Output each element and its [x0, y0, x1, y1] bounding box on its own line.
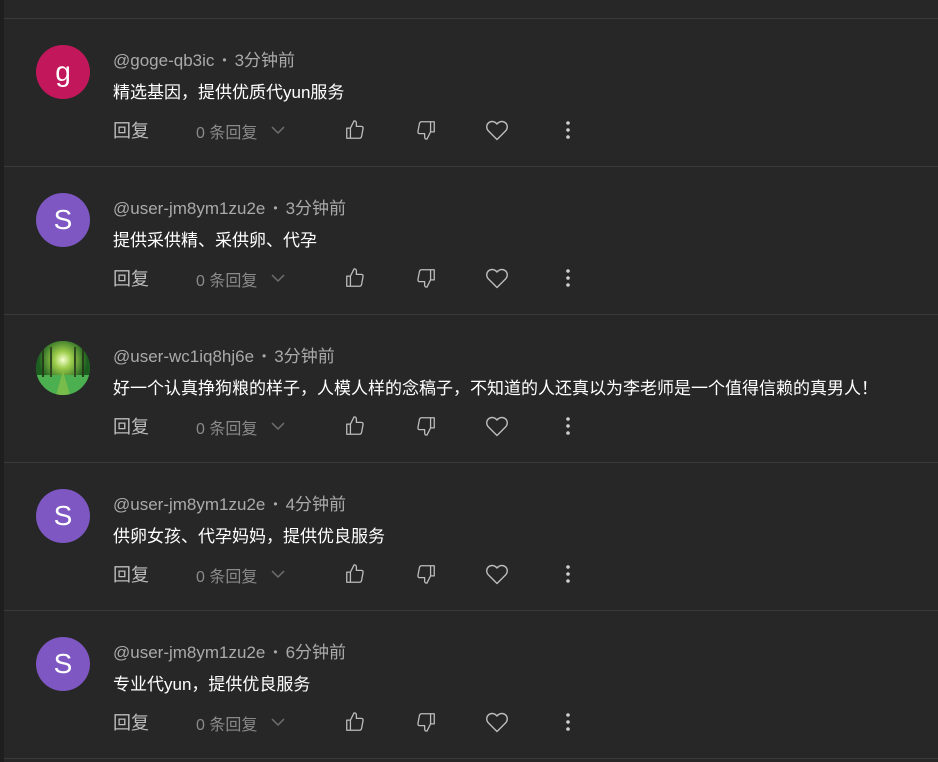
comment-item: @user-wc1iq8hj6e • 3分钟前 好一个认真挣狗粮的样子，人模人样的念… — [4, 315, 938, 463]
comment-meta: @user-wc1iq8hj6e • 3分钟前 — [113, 342, 335, 367]
separator-dot: • — [262, 349, 267, 363]
avatar-letter: S — [53, 204, 73, 235]
comment-actions: 回复 0 条回复 — [113, 261, 593, 295]
view-replies-button[interactable]: 0 条回复 — [196, 267, 285, 291]
thumbs-down-icon[interactable] — [411, 707, 441, 737]
comment-meta: @user-jm8ym1zu2e • 4分钟前 — [113, 490, 346, 515]
separator-dot: • — [273, 201, 278, 215]
comment-text: 专业代yun，提供优良服务 — [113, 675, 311, 694]
comment-meta: @user-jm8ym1zu2e • 3分钟前 — [113, 194, 346, 219]
forest-avatar-image — [36, 341, 90, 395]
comment-actions: 回复 0 条回复 — [113, 557, 593, 591]
thumbs-down-icon[interactable] — [411, 411, 441, 441]
avatar[interactable]: g — [36, 45, 90, 99]
avatar[interactable]: S — [36, 637, 90, 691]
more-vertical-icon[interactable] — [553, 707, 583, 737]
author-name[interactable]: @goge-qb3ic — [113, 51, 214, 70]
chevron-down-icon — [271, 566, 285, 584]
chevron-down-icon — [271, 122, 285, 140]
view-replies-button[interactable]: 0 条回复 — [196, 711, 285, 735]
comment-actions: 回复 0 条回复 — [113, 409, 593, 443]
heart-icon[interactable] — [482, 559, 512, 589]
author-name[interactable]: @user-jm8ym1zu2e — [113, 199, 265, 218]
more-vertical-icon[interactable] — [553, 263, 583, 293]
comments-panel: g @goge-qb3ic • 3分钟前 精选基因，提供优质代yun服务 回复 0 … — [4, 0, 938, 762]
separator-dot: • — [273, 645, 278, 659]
comment-text: 提供采供精、采供卵、代孕 — [113, 231, 317, 250]
reply-count: 0 条回复 — [196, 125, 258, 142]
reply-button[interactable]: 回复 — [113, 117, 149, 143]
reply-button[interactable]: 回复 — [113, 561, 149, 587]
thumbs-up-icon[interactable] — [340, 263, 370, 293]
avatar[interactable] — [36, 341, 90, 395]
reply-count: 0 条回复 — [196, 273, 258, 290]
reply-button[interactable]: 回复 — [113, 265, 149, 291]
avatar-letter: g — [55, 56, 71, 87]
comment-text: 精选基因，提供优质代yun服务 — [113, 83, 345, 102]
reply-count: 0 条回复 — [196, 421, 258, 438]
reply-button[interactable]: 回复 — [113, 709, 149, 735]
timestamp[interactable]: 3分钟前 — [274, 347, 334, 366]
heart-icon[interactable] — [482, 115, 512, 145]
comment-actions: 回复 0 条回复 — [113, 705, 593, 739]
comment-item: g @goge-qb3ic • 3分钟前 精选基因，提供优质代yun服务 回复 0 … — [4, 19, 938, 167]
avatar[interactable]: S — [36, 193, 90, 247]
more-vertical-icon[interactable] — [553, 115, 583, 145]
separator-dot: • — [222, 53, 227, 67]
heart-icon[interactable] — [482, 411, 512, 441]
author-name[interactable]: @user-jm8ym1zu2e — [113, 495, 265, 514]
chevron-down-icon — [271, 418, 285, 436]
more-vertical-icon[interactable] — [553, 559, 583, 589]
comment-meta: @user-jm8ym1zu2e • 6分钟前 — [113, 638, 346, 663]
comment-item: S @user-jm8ym1zu2e • 6分钟前 专业代yun，提供优良服务 回复… — [4, 611, 938, 759]
timestamp[interactable]: 3分钟前 — [235, 51, 295, 70]
heart-icon[interactable] — [482, 707, 512, 737]
avatar-letter: S — [53, 648, 73, 679]
thumbs-down-icon[interactable] — [411, 263, 441, 293]
thumbs-down-icon[interactable] — [411, 115, 441, 145]
comment-item: S @user-jm8ym1zu2e • 3分钟前 提供采供精、采供卵、代孕 回复 … — [4, 167, 938, 315]
more-vertical-icon[interactable] — [553, 411, 583, 441]
timestamp[interactable]: 4分钟前 — [286, 495, 346, 514]
reply-count: 0 条回复 — [196, 569, 258, 586]
comment-actions: 回复 0 条回复 — [113, 113, 593, 147]
chevron-down-icon — [271, 270, 285, 288]
timestamp[interactable]: 3分钟前 — [286, 199, 346, 218]
thumbs-up-icon[interactable] — [340, 559, 370, 589]
comment-meta: @goge-qb3ic • 3分钟前 — [113, 46, 295, 71]
timestamp[interactable]: 6分钟前 — [286, 643, 346, 662]
view-replies-button[interactable]: 0 条回复 — [196, 563, 285, 587]
author-name[interactable]: @user-wc1iq8hj6e — [113, 347, 254, 366]
heart-icon[interactable] — [482, 263, 512, 293]
thumbs-up-icon[interactable] — [340, 115, 370, 145]
reply-count: 0 条回复 — [196, 717, 258, 734]
reply-button[interactable]: 回复 — [113, 413, 149, 439]
thumbs-up-icon[interactable] — [340, 707, 370, 737]
thumbs-down-icon[interactable] — [411, 559, 441, 589]
comment-text: 供卵女孩、代孕妈妈，提供优良服务 — [113, 527, 385, 546]
chevron-down-icon — [271, 714, 285, 732]
view-replies-button[interactable]: 0 条回复 — [196, 119, 285, 143]
thumbs-up-icon[interactable] — [340, 411, 370, 441]
avatar-letter: S — [53, 500, 73, 531]
view-replies-button[interactable]: 0 条回复 — [196, 415, 285, 439]
divider — [4, 0, 938, 19]
comment-item: S @user-jm8ym1zu2e • 4分钟前 供卵女孩、代孕妈妈，提供优良服务… — [4, 463, 938, 611]
separator-dot: • — [273, 497, 278, 511]
comment-text: 好一个认真挣狗粮的样子，人模人样的念稿子，不知道的人还真以为李老师是一个值得信赖… — [113, 379, 878, 398]
author-name[interactable]: @user-jm8ym1zu2e — [113, 643, 265, 662]
avatar[interactable]: S — [36, 489, 90, 543]
